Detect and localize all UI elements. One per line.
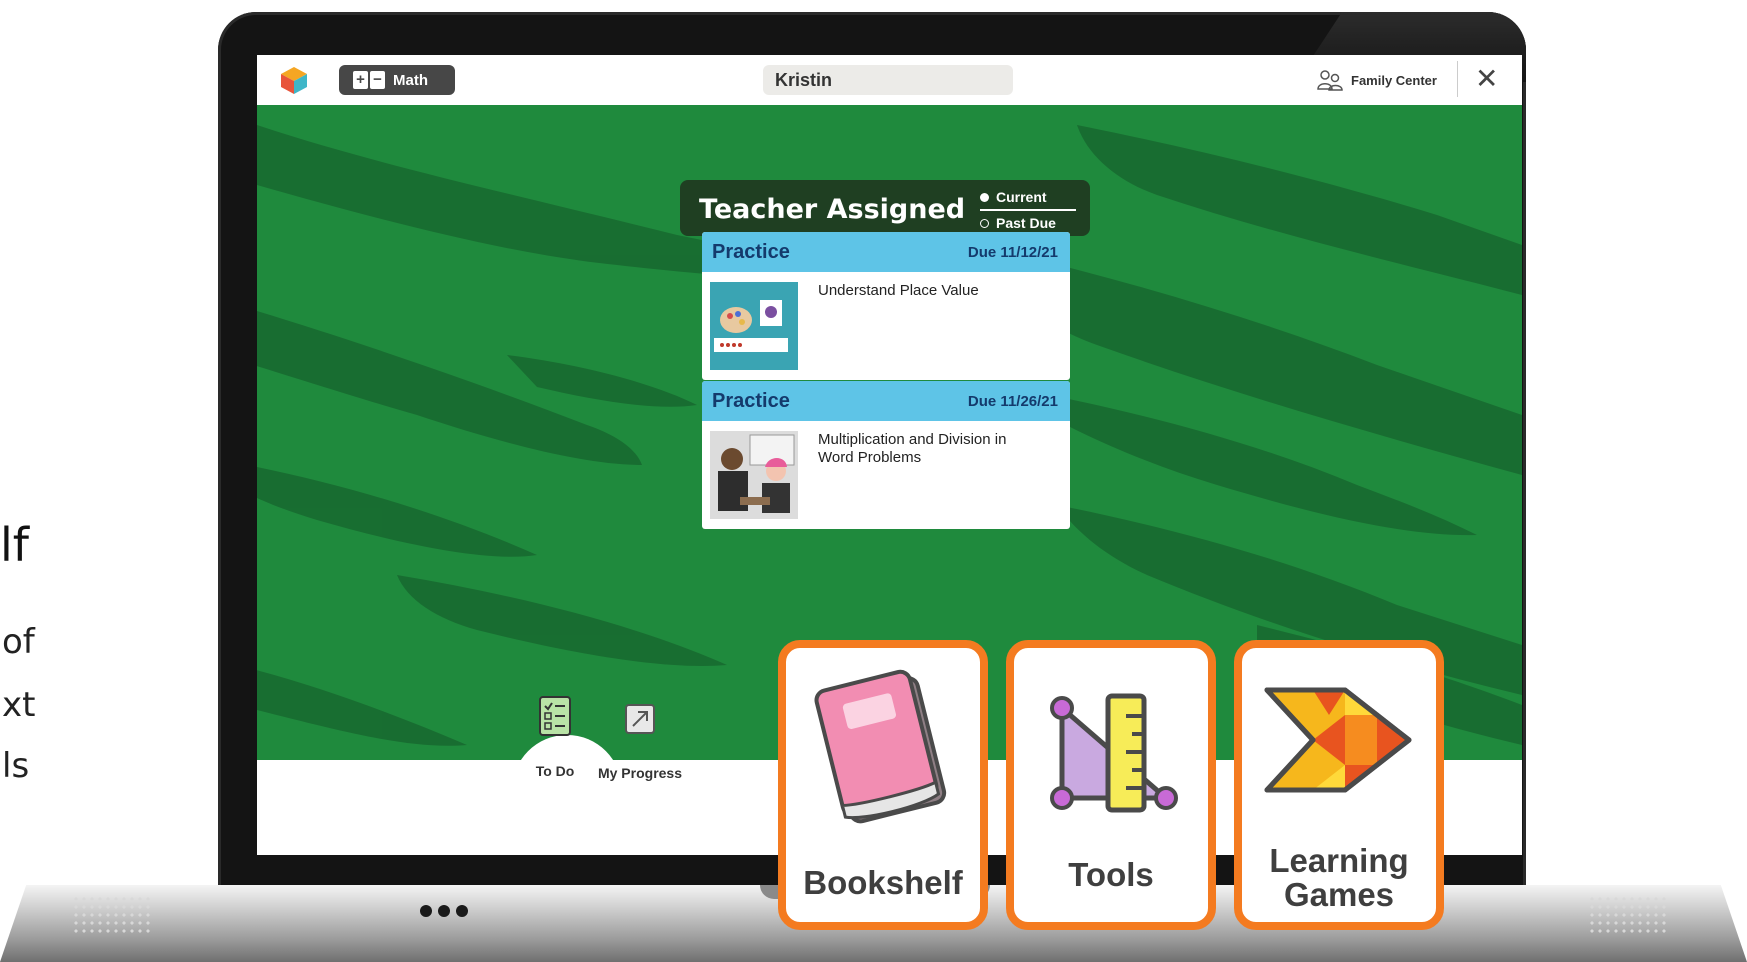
plus-minus-icon: + −	[353, 71, 385, 89]
progress-arrow-icon	[625, 704, 655, 734]
family-center-label: Family Center	[1351, 72, 1437, 88]
subject-switcher-button[interactable]: + − Math	[339, 65, 455, 95]
assignment-filter[interactable]: Current Past Due	[980, 186, 1076, 234]
teacher-assigned-header: Teacher Assigned Current Past Due	[680, 180, 1090, 236]
app-logo-cube-icon[interactable]	[279, 65, 309, 95]
checklist-icon	[539, 696, 571, 736]
games-arrow-icon	[1264, 687, 1412, 793]
assignment-card-header: Practice Due 11/26/21	[702, 381, 1070, 421]
slide-text-line-1: of	[2, 622, 35, 662]
slide-title-fragment: lf	[0, 518, 29, 572]
assignment-title: Multiplication and Division in Word Prob…	[818, 431, 1007, 466]
bookshelf-tile[interactable]: Bookshelf	[778, 640, 988, 930]
assignment-card-header: Practice Due 11/12/21	[702, 232, 1070, 272]
word-problems-thumbnail-icon	[710, 431, 798, 519]
assignment-type: Practice	[712, 389, 790, 412]
family-center-button[interactable]: Family Center	[1317, 65, 1437, 95]
topbar-divider	[1457, 61, 1458, 97]
tab-to-do-label: To Do	[535, 763, 575, 779]
radio-selected-icon	[980, 192, 989, 202]
bookshelf-label: Bookshelf	[803, 864, 963, 901]
assignment-due-date: Due 11/12/21	[967, 243, 1058, 261]
speaker-grille-left	[72, 895, 152, 935]
filter-past-due[interactable]: Past Due	[980, 212, 1076, 234]
tools-label: Tools	[1068, 856, 1154, 893]
learning-games-label: Learning Games	[1242, 844, 1436, 912]
assignment-title: Understand Place Value	[818, 282, 979, 299]
tab-my-progress-label: My Progress	[597, 765, 683, 781]
slide-text-line-2: xt	[2, 685, 36, 725]
filter-current[interactable]: Current	[980, 186, 1076, 208]
laptop-indicator-dots	[420, 905, 468, 917]
speaker-grille-right	[1588, 895, 1668, 935]
place-value-thumbnail-icon	[710, 282, 798, 370]
tab-my-progress[interactable]: My Progress	[575, 704, 705, 781]
assignment-card[interactable]: Practice Due 11/26/21 Multiplication and…	[702, 381, 1070, 529]
learning-games-tile[interactable]: Learning Games	[1234, 640, 1444, 930]
student-name: Kristin	[763, 65, 1013, 95]
learning-games-label-line2: Games	[1283, 876, 1395, 913]
tools-tile[interactable]: Tools	[1006, 640, 1216, 930]
close-icon[interactable]: ✕	[1475, 63, 1498, 95]
book-icon	[814, 669, 947, 824]
subject-label: Math	[393, 71, 428, 89]
slide-text-line-3: ls	[2, 746, 30, 786]
top-bar: + − Math Kristin Family Center ✕	[257, 55, 1522, 105]
assignment-due-date: Due 11/26/21	[967, 392, 1058, 410]
ruler-triangle-icon	[1050, 693, 1178, 813]
assignment-card[interactable]: Practice Due 11/12/21 Understand Place V…	[702, 232, 1070, 380]
teacher-assigned-title: Teacher Assigned	[699, 194, 966, 225]
learning-games-label-line1: Learning	[1269, 842, 1409, 879]
radio-empty-icon	[980, 218, 989, 228]
filter-current-label: Current	[996, 189, 1047, 205]
assignment-type: Practice	[712, 240, 790, 263]
people-icon	[1317, 70, 1343, 91]
filter-past-due-label: Past Due	[996, 215, 1056, 231]
